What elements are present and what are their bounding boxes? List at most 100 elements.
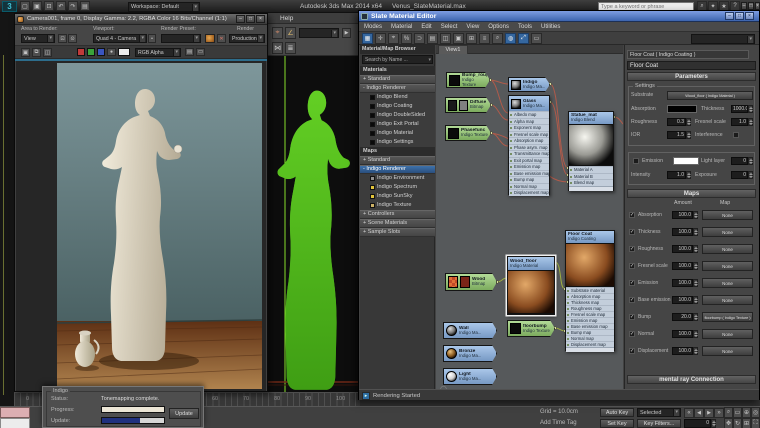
frame-icon[interactable]: ▭ — [196, 48, 205, 56]
auto-key-button[interactable]: Auto Key — [600, 408, 634, 417]
map-button[interactable]: None — [702, 227, 753, 237]
map-checkbox[interactable]: ✓ — [629, 263, 635, 269]
zoom-all-icon[interactable]: ▭ — [733, 407, 742, 418]
node-wall[interactable]: Wall Indigo Ma... — [443, 322, 497, 339]
browser-item[interactable]: Indigo Coating — [360, 102, 435, 111]
assign-material-icon[interactable]: % — [401, 33, 412, 44]
layout-icon[interactable]: ▤ — [185, 48, 194, 56]
zoom-extents-icon[interactable]: ⊕ — [742, 407, 751, 418]
browser-section-indigo-renderer-maps[interactable]: - Indigo Renderer — [360, 165, 435, 174]
browser-header[interactable]: Material/Map Browser — [360, 45, 435, 54]
layout-children-icon[interactable]: ≡ — [479, 33, 490, 44]
menu-select[interactable]: Select — [439, 24, 460, 30]
map-checkbox[interactable]: ✓ — [629, 314, 635, 320]
move-tool-icon[interactable]: ✛ — [375, 33, 386, 44]
rollout-mental-ray-connection[interactable]: mental ray Connection — [627, 375, 756, 384]
browser-group-materials[interactable]: Materials — [360, 66, 435, 75]
render-mode-combo[interactable]: Production ▾ — [229, 34, 265, 43]
spinner-arrows[interactable] — [693, 313, 698, 321]
key-filters-button[interactable]: Key Filters... — [637, 419, 681, 428]
maxscript-mini-listener-pink[interactable] — [0, 407, 30, 418]
vfb-title-bar[interactable]: Camera001, frame 0, Display Gamma: 2.2, … — [15, 14, 267, 25]
auto-region-icon[interactable]: ⊙ — [68, 34, 77, 43]
menu-modes[interactable]: Modes — [362, 24, 384, 30]
background-color-swatch[interactable] — [118, 48, 130, 56]
map-amount-spinner[interactable]: 100.0 — [672, 245, 698, 253]
node-wood-floor[interactable]: Wood_floor Indigo Material — [507, 256, 555, 315]
go-to-end-icon[interactable]: » — [714, 408, 724, 418]
channel-display-combo[interactable]: RGB Alpha ▾ — [135, 48, 181, 57]
browser-section-sample-slots[interactable]: + Sample Slots — [360, 228, 435, 237]
red-channel-toggle[interactable] — [77, 48, 85, 56]
browser-item[interactable]: Indigo Spectrum — [360, 183, 435, 192]
node-glass[interactable]: Glass Indigo Ma... Albedo map Alpha map E… — [508, 95, 550, 196]
selection-set-combo[interactable]: Selected ▾ — [637, 408, 681, 417]
interference-checkbox[interactable] — [733, 132, 739, 138]
browser-section-standard-materials[interactable]: + Standard — [360, 75, 435, 84]
map-checkbox[interactable]: ✓ — [629, 246, 635, 252]
thickness-spinner[interactable]: 1000.0 — [731, 105, 753, 113]
map-checkbox[interactable]: ✓ — [629, 297, 635, 303]
browser-item[interactable]: Indigo Texture — [360, 201, 435, 210]
node-bronze[interactable]: Bronze Indigo Ma... — [443, 345, 497, 362]
node-slot[interactable]: Displacement map — [566, 341, 614, 347]
pan-tool-icon[interactable]: ⤢ — [518, 33, 529, 44]
light-layer-spinner[interactable]: 0 — [731, 157, 753, 165]
fresnel-scale-spinner[interactable]: 1.0 — [731, 118, 753, 126]
previous-frame-icon[interactable]: ◀ — [694, 408, 704, 418]
viewport-layout-icon[interactable]: ⛶ — [751, 418, 760, 428]
mirror-icon[interactable]: ⋈ — [272, 42, 283, 54]
map-amount-spinner[interactable]: 100.0 — [672, 211, 698, 219]
play-icon[interactable]: ▶ — [704, 408, 714, 418]
slate-search-combo[interactable]: ▾ — [691, 34, 755, 44]
set-key-button[interactable]: Set Key — [600, 419, 634, 428]
node-indigo[interactable]: Indigo Indigo Ma... — [508, 77, 550, 92]
ior-spinner[interactable]: 1.5 — [667, 131, 691, 139]
node-wood-bitmap[interactable]: Wood Bitmap — [445, 273, 497, 291]
spinner-arrows[interactable] — [686, 131, 691, 139]
menu-utilities[interactable]: Utilities — [539, 24, 562, 30]
redo-icon[interactable]: ↷ — [68, 1, 78, 11]
map-checkbox[interactable]: ✓ — [629, 348, 635, 354]
map-amount-spinner[interactable]: 100.0 — [672, 296, 698, 304]
add-time-tag-label[interactable]: Add Time Tag — [540, 420, 577, 426]
browser-item[interactable]: Indigo SunSky — [360, 192, 435, 201]
render-preset-combo[interactable]: ▾ — [161, 34, 201, 43]
field-of-view-icon[interactable]: ◎ — [751, 407, 760, 418]
alpha-channel-icon[interactable]: ● — [107, 48, 116, 56]
green-channel-toggle[interactable] — [87, 48, 95, 56]
angle-snap-icon[interactable]: ∠ — [285, 27, 296, 39]
sample-type-icon[interactable]: ▣ — [453, 33, 464, 44]
node-phasefunc[interactable]: Phasefunc Indigo Texture — [445, 125, 491, 141]
map-button[interactable]: floorbump ( Indigo Texture ) — [702, 312, 753, 322]
show-end-result-icon[interactable]: ◫ — [440, 33, 451, 44]
new-file-icon[interactable]: ▢ — [20, 1, 30, 11]
slate-title-bar[interactable]: Slate Material Editor – □ × — [359, 11, 759, 22]
browser-section-indigo-renderer-materials[interactable]: - Indigo Renderer — [360, 84, 435, 93]
menu-edit[interactable]: Edit — [419, 24, 433, 30]
node-slot[interactable]: Displacement map — [509, 189, 549, 196]
node-canvas[interactable]: Bump_roughIndigo Texture DiffuseBitmap P… — [436, 54, 623, 400]
slate-close-button[interactable]: × — [745, 12, 754, 20]
menu-material[interactable]: Material — [389, 24, 414, 30]
browser-item[interactable]: Indigo DoubleSided — [360, 111, 435, 120]
viewport-combo[interactable]: Quad 4 - Camera ▾ — [93, 34, 147, 43]
pick-material-icon[interactable]: ⌖ — [388, 33, 399, 44]
zoom-tool-icon[interactable]: ⌕ — [492, 33, 503, 44]
align-icon[interactable]: ≣ — [285, 42, 296, 54]
rollout-maps[interactable]: Maps — [627, 189, 756, 198]
named-selection-sets-combo[interactable]: ▾ — [299, 28, 339, 38]
node-floor-coat[interactable]: Floor Coat Indigo Coating Substrate mater… — [565, 230, 615, 352]
map-checkbox[interactable]: ✓ — [629, 229, 635, 235]
vfb-close-button[interactable]: × — [256, 15, 265, 23]
menu-options[interactable]: Options — [486, 24, 511, 30]
menu-tools[interactable]: Tools — [516, 24, 534, 30]
map-amount-spinner[interactable]: 100.0 — [672, 228, 698, 236]
clone-window-icon[interactable]: ◫ — [43, 48, 52, 57]
map-amount-spinner[interactable]: 100.0 — [672, 262, 698, 270]
spinner-arrows[interactable] — [693, 347, 698, 355]
map-button[interactable]: None — [702, 295, 753, 305]
node-light[interactable]: Light Indigo Ma... — [443, 368, 497, 385]
browser-section-scene-materials[interactable]: + Scene Materials — [360, 219, 435, 228]
roughness-spinner[interactable]: 0.3 — [667, 118, 691, 126]
